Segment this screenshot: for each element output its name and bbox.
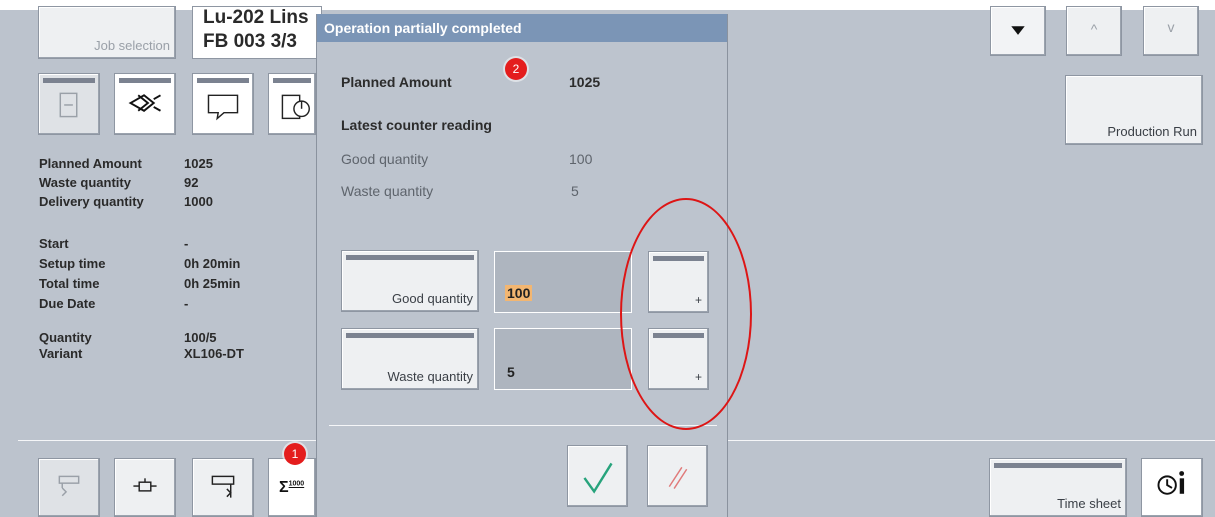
- document-button[interactable]: [38, 73, 100, 135]
- chevron-down-icon: v: [1167, 19, 1175, 35]
- info-label: Setup time: [39, 256, 106, 271]
- pie-chart-icon: [281, 94, 310, 120]
- annotation-badge-1: 1: [284, 443, 306, 465]
- info-value: 0h 25min: [184, 276, 241, 291]
- production-run-label: Production Run: [1107, 124, 1197, 139]
- info-label: Quantity: [39, 330, 92, 345]
- waste-quantity-reading-value: 5: [571, 183, 579, 199]
- info-value: 100/5: [184, 330, 217, 345]
- clock-info-icon: [1157, 471, 1185, 495]
- transfer-icon: [133, 478, 157, 492]
- transfer-button[interactable]: [114, 458, 176, 517]
- info-value: -: [184, 296, 189, 311]
- production-run-button[interactable]: Production Run: [1065, 75, 1203, 145]
- waste-quantity-reading-label: Waste quantity: [341, 183, 434, 199]
- next-step-button[interactable]: [192, 458, 254, 517]
- planned-amount-value: 1025: [569, 74, 601, 90]
- planned-amount-label: Planned Amount: [341, 74, 452, 90]
- job-name: Lu-202 Lins: [203, 7, 309, 28]
- waste-quantity-input-value: 5: [507, 364, 515, 380]
- step-forward-icon: [211, 475, 235, 498]
- good-quantity-button-label: Good quantity: [392, 291, 473, 306]
- sigma-sup: 1000: [288, 480, 305, 488]
- good-quantity-button[interactable]: Good quantity: [341, 250, 479, 312]
- info-value: 1000: [184, 194, 213, 209]
- info-label: Planned Amount: [39, 156, 142, 171]
- speech-bubble-icon: [207, 94, 239, 121]
- job-selection-button[interactable]: Job selection: [38, 6, 176, 59]
- info-value: 0h 20min: [184, 256, 241, 271]
- info-value: XL106-DT: [184, 346, 244, 361]
- checkmark-icon: [583, 462, 613, 494]
- document-icon: [59, 92, 78, 118]
- dialog-title: Operation partially completed: [317, 14, 727, 42]
- cancel-button[interactable]: [647, 445, 708, 507]
- job-sheet: FB 003 3/3: [203, 31, 297, 52]
- info-value: 92: [184, 175, 199, 190]
- dialog-divider: [329, 425, 717, 426]
- good-quantity-reading-value: 100: [569, 151, 593, 167]
- dropdown-button[interactable]: [990, 6, 1046, 56]
- annotation-oval: [620, 198, 752, 430]
- good-quantity-reading-label: Good quantity: [341, 151, 429, 167]
- clock-info-button[interactable]: [1141, 458, 1203, 517]
- waste-quantity-button-label: Waste quantity: [387, 369, 473, 384]
- confirm-button[interactable]: [567, 445, 628, 507]
- latest-counter-heading: Latest counter reading: [341, 117, 492, 133]
- scroll-down-button[interactable]: v: [1143, 6, 1199, 56]
- good-quantity-input[interactable]: 100: [494, 251, 632, 313]
- info-label: Due Date: [39, 296, 96, 311]
- sum-quantity-button[interactable]: Σ1000: [268, 458, 316, 517]
- step-back-icon: [58, 475, 80, 497]
- waste-quantity-input[interactable]: 5: [494, 328, 632, 390]
- info-label: Variant: [39, 346, 83, 361]
- info-value: 1025: [184, 156, 213, 171]
- job-selection-label: Job selection: [94, 38, 170, 53]
- good-quantity-input-value: 100: [505, 285, 533, 301]
- time-sheet-button[interactable]: Time sheet: [989, 458, 1127, 517]
- eye-direction-icon: [128, 94, 161, 112]
- triangle-down-icon: [1011, 26, 1025, 35]
- prev-step-button[interactable]: [38, 458, 100, 517]
- info-label: Waste quantity: [39, 175, 131, 190]
- info-label: Total time: [39, 276, 100, 291]
- sigma-icon: Σ1000: [279, 479, 304, 497]
- info-label: Start: [39, 236, 69, 251]
- sigma-symbol: Σ: [279, 479, 289, 496]
- time-sheet-label: Time sheet: [1057, 496, 1121, 511]
- job-info-field: Lu-202 Lins FB 003 3/3: [192, 6, 322, 59]
- annotation-badge-2: 2: [505, 58, 527, 80]
- scroll-up-button[interactable]: ^: [1066, 6, 1122, 56]
- waste-quantity-button[interactable]: Waste quantity: [341, 328, 479, 390]
- comment-button[interactable]: [192, 73, 254, 135]
- cancel-slashes-icon: [668, 466, 688, 489]
- info-label: Delivery quantity: [39, 194, 144, 209]
- chevron-up-icon: ^: [1090, 21, 1098, 37]
- eye-direction-button[interactable]: [114, 73, 176, 135]
- statistics-button[interactable]: [268, 73, 316, 135]
- info-value: -: [184, 236, 189, 251]
